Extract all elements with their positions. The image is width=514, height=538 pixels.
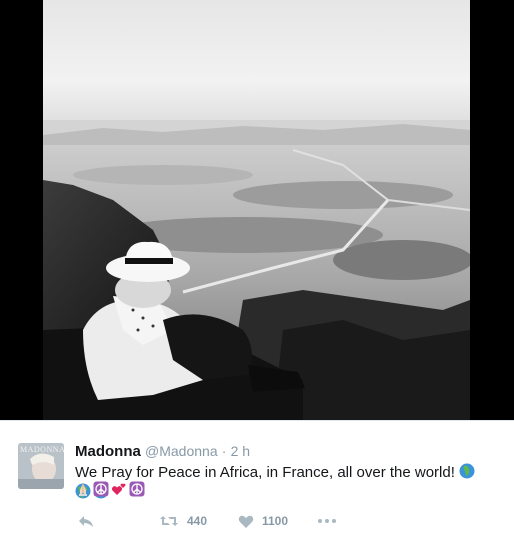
earth-africa-icon xyxy=(459,463,475,479)
like-button[interactable]: 1100 xyxy=(238,512,288,530)
peace-symbol-icon xyxy=(129,481,145,497)
retweet-count: 440 xyxy=(187,514,208,528)
heart-icon xyxy=(238,515,254,528)
photo-image xyxy=(43,0,470,420)
peace-symbol-icon xyxy=(93,481,109,497)
revolving-hearts-icon xyxy=(111,481,127,497)
folded-hands-icon xyxy=(75,481,91,497)
timestamp[interactable]: 2 h xyxy=(231,443,250,459)
separator-dot: · xyxy=(221,443,227,459)
more-dots-icon xyxy=(318,519,336,523)
more-button[interactable] xyxy=(317,512,337,530)
retweet-button[interactable]: 440 xyxy=(159,512,207,530)
tweet-text-body: We Pray for Peace in Africa, in France, … xyxy=(75,464,455,481)
tweet-photo[interactable] xyxy=(43,0,470,420)
photo-frame xyxy=(0,0,514,420)
like-count: 1100 xyxy=(262,514,289,528)
reply-button[interactable] xyxy=(77,512,95,530)
display-name[interactable]: Madonna xyxy=(75,443,141,460)
reply-icon xyxy=(79,516,93,527)
tweet-card: MADONNA Madonna @Madonna · 2 h We Pray f… xyxy=(0,420,514,538)
tweet-emoji-line xyxy=(75,481,147,499)
avatar-text: MADONNA xyxy=(20,445,64,454)
tweet-actions: 440 1100 xyxy=(75,512,495,530)
tweet-author: Madonna @Madonna · 2 h xyxy=(75,443,250,460)
avatar[interactable]: MADONNA xyxy=(18,443,64,489)
user-handle[interactable]: @Madonna xyxy=(145,443,218,459)
retweet-icon xyxy=(160,516,178,526)
